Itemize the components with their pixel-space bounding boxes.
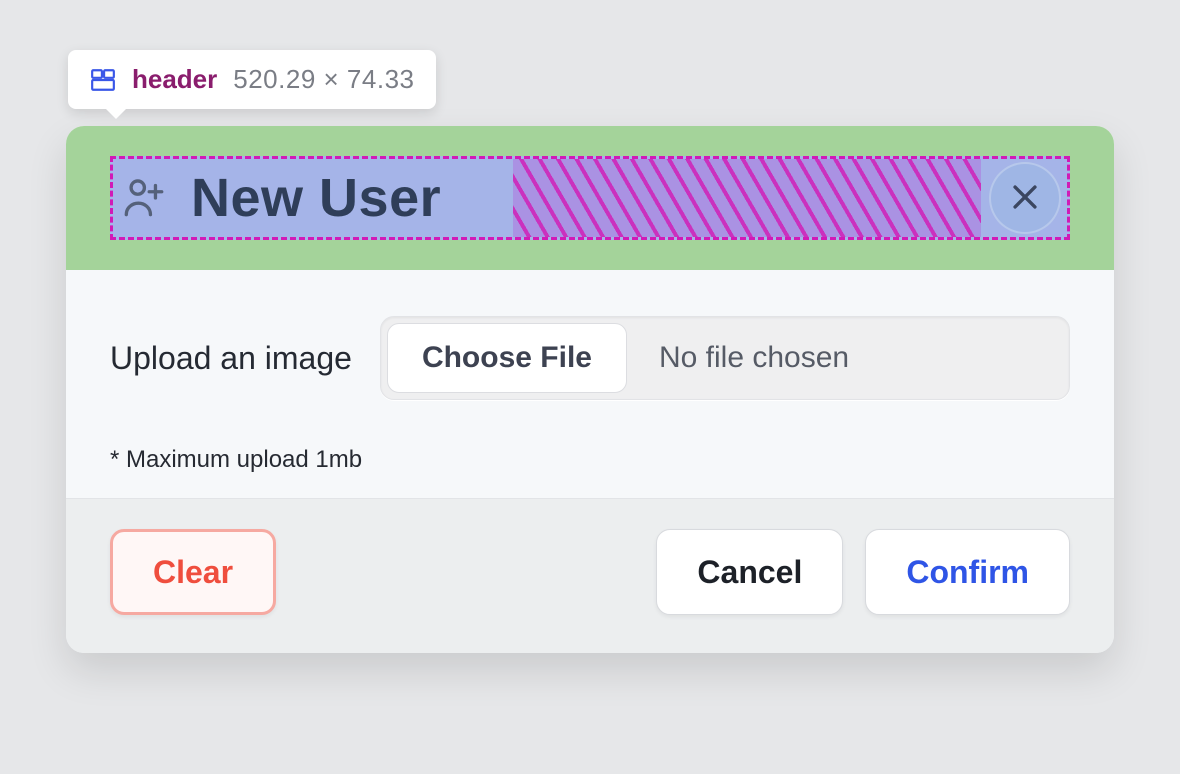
file-status-text: No file chosen: [633, 317, 1069, 399]
dialog-body: Upload an image Choose File No file chos…: [66, 270, 1114, 498]
upload-row: Upload an image Choose File No file chos…: [110, 316, 1070, 400]
devtools-flex-gap-highlight: [513, 159, 981, 237]
dialog-header: New User: [110, 156, 1070, 240]
confirm-button[interactable]: Confirm: [865, 529, 1070, 615]
choose-file-button[interactable]: Choose File: [387, 323, 627, 393]
close-button[interactable]: [989, 162, 1061, 234]
file-input[interactable]: Choose File No file chosen: [380, 316, 1070, 400]
dialog-footer: Clear Cancel Confirm: [66, 498, 1114, 653]
inspect-dimensions: 520.29 × 74.33: [233, 64, 414, 95]
dialog-title-group: New User: [113, 159, 457, 237]
clear-button[interactable]: Clear: [110, 529, 276, 615]
upload-helper-text: * Maximum upload 1mb: [110, 446, 1070, 474]
close-icon: [1008, 180, 1042, 217]
user-plus-icon: [119, 173, 169, 223]
inspect-tag-name: header: [132, 64, 217, 95]
dialog-title: New User: [191, 167, 441, 229]
new-user-dialog: New User Upload an image Choose File No …: [66, 126, 1114, 653]
dialog-header-padding: New User: [66, 126, 1114, 270]
layout-icon: [90, 67, 116, 93]
upload-label: Upload an image: [110, 340, 352, 377]
devtools-inspect-tooltip: header 520.29 × 74.33: [68, 50, 436, 109]
cancel-button[interactable]: Cancel: [656, 529, 843, 615]
